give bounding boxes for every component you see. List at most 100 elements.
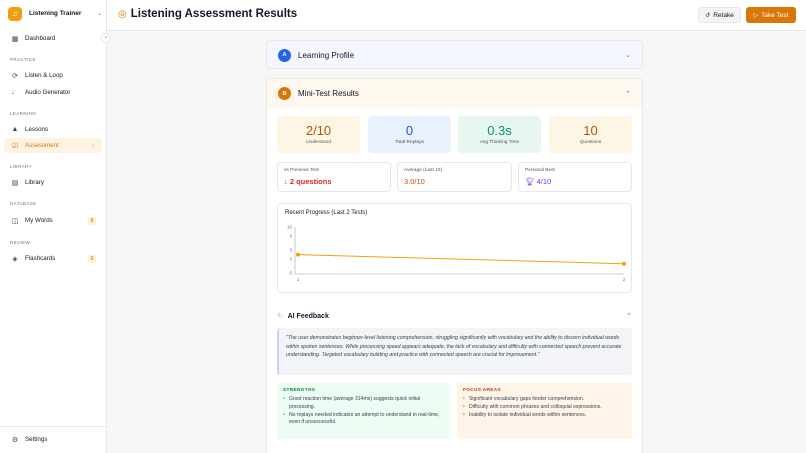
section-label-learning: LEARNING xyxy=(10,111,37,116)
take-test-button[interactable]: ▷ Take Test xyxy=(746,7,796,23)
sidebar-item-label: Lessons xyxy=(25,126,49,133)
sidebar-item-label: My Words xyxy=(25,217,53,224)
stat-understood: 2/10 Understood xyxy=(277,116,360,153)
count-badge: 0 xyxy=(88,216,96,225)
y-tick-label: 0 xyxy=(289,271,292,276)
stat-questions: 10 Questions xyxy=(549,116,632,153)
personal-best-card: Personal Best 🏆︎ 4/10 xyxy=(518,162,632,192)
stat-label: Avg Thinking Time xyxy=(479,140,520,145)
speaker-icon: ♩ xyxy=(11,89,19,96)
card-label: vs Previous Test xyxy=(284,168,319,173)
learning-profile-section[interactable]: A Learning Profile ⌄ xyxy=(266,40,643,69)
y-tick-label: 10 xyxy=(287,225,293,230)
list-item: Difficulty with common phrases and collo… xyxy=(463,404,626,412)
card-label: Personal Best xyxy=(525,168,555,173)
sidebar-item-label: Settings xyxy=(25,436,48,443)
sidebar-item-label: Audio Generator xyxy=(25,89,71,96)
stat-label: Questions xyxy=(579,140,602,145)
list-item: No replays needed indicates an attempt t… xyxy=(283,412,444,428)
sidebar-footer xyxy=(0,426,107,427)
ai-feedback-summary: "The user demonstrates beginner-level li… xyxy=(277,328,632,375)
collapse-sidebar-button[interactable]: ‹ xyxy=(101,33,111,43)
sidebar-item-library[interactable]: ▤ Library xyxy=(4,175,102,190)
sidebar-item-settings[interactable]: ⚙ Settings xyxy=(4,432,102,447)
sidebar-item-lessons[interactable]: ▲ Lessons xyxy=(4,122,102,137)
data-point xyxy=(622,261,626,266)
active-indicator-icon: › xyxy=(92,142,94,149)
loop-icon: ⟳ xyxy=(12,72,18,80)
series-line xyxy=(297,254,625,265)
ai-feedback-header[interactable]: ✨︎ AI Feedback xyxy=(277,311,329,321)
sidebar-item-dashboard[interactable]: ▦ Dashboard xyxy=(4,31,102,46)
y-tick-label: 3 xyxy=(289,257,292,262)
sparkle-icon: ✨︎ xyxy=(277,311,284,320)
layers-icon: ◈ xyxy=(12,255,18,263)
data-point xyxy=(296,252,300,257)
section-label-review: REVIEW xyxy=(10,240,31,245)
sidebar-item-listen-loop[interactable]: ⟳ Listen & Loop xyxy=(4,68,102,83)
sidebar: ♫ Listening Trainer ⌄ ▦ Dashboard PRACTI… xyxy=(0,0,107,453)
focus-areas-title: FOCUS AREAS xyxy=(463,388,502,393)
y-tick-label: 8 xyxy=(289,234,292,239)
list-item: Inability to isolate individual words wi… xyxy=(463,412,626,420)
progress-chart: Recent Progress (Last 2 Tests) 0 3 5 8 10 1 2 xyxy=(277,203,632,293)
chart-svg: 0358101 2 xyxy=(287,225,626,282)
card-value: 2 questions xyxy=(289,177,332,186)
x-tick-label: 1 xyxy=(297,277,300,282)
app-name: Listening Trainer xyxy=(29,10,82,17)
open-book-icon: ◫ xyxy=(11,217,19,225)
stat-value: 10 xyxy=(583,123,598,138)
book-icon: ▤ xyxy=(11,179,19,187)
sidebar-item-flashcards[interactable]: ◈ Flashcards 0 xyxy=(4,251,102,266)
sidebar-item-assessment[interactable]: ☑ Assessment › xyxy=(4,138,102,153)
ai-feedback-title: AI Feedback xyxy=(287,312,329,320)
y-tick-label: 5 xyxy=(289,248,292,253)
stat-value: 0.3s xyxy=(487,123,512,138)
sidebar-item-label: Flashcards xyxy=(25,255,56,262)
card-value: 4/10 xyxy=(536,177,552,186)
retake-button[interactable]: ↺ Retake xyxy=(698,7,741,23)
stat-value: 2/10 xyxy=(305,123,332,138)
arrow-down-icon: ↓ xyxy=(284,177,288,186)
section-label-library: LIBRARY xyxy=(10,164,32,169)
average-card: Average (Last 10) 3.0/10 xyxy=(397,162,512,192)
stat-value: 0 xyxy=(405,123,414,138)
checklist-icon: ☑ xyxy=(11,142,19,150)
stat-label: Understood xyxy=(306,140,331,145)
section-title: Learning Profile xyxy=(298,50,355,60)
gear-icon: ⚙ xyxy=(11,436,19,444)
retake-label: Retake xyxy=(713,11,734,19)
play-icon: ▷ xyxy=(753,12,759,19)
card-label: Average (Last 10) xyxy=(404,168,443,173)
main-content: A Learning Profile ⌄ B Mini-Test Results… xyxy=(266,40,643,453)
section-letter-badge: A xyxy=(278,48,291,62)
section-title: Mini-Test Results xyxy=(298,89,359,98)
chevron-up-icon[interactable]: ⌃ xyxy=(626,312,632,320)
take-test-label: Take Test xyxy=(761,11,789,19)
card-value: 3.0/10 xyxy=(404,177,425,186)
refresh-icon: ↺ xyxy=(705,12,711,19)
sidebar-item-audio-generator[interactable]: ♩ Audio Generator xyxy=(4,85,102,100)
chevron-left-icon: ‹ xyxy=(105,35,107,41)
stat-avg-thinking-time: 0.3s Avg Thinking Time xyxy=(458,116,541,153)
stat-total-replays: 0 Total Replays xyxy=(368,116,451,153)
sidebar-item-label: Library xyxy=(25,179,44,186)
mini-test-header[interactable]: B Mini-Test Results ⌃ xyxy=(267,79,642,108)
app-switcher[interactable]: ♫ Listening Trainer ⌄ xyxy=(8,5,102,22)
section-label-practice: PRACTICE xyxy=(10,57,36,62)
trophy-icon: 🏆︎ xyxy=(525,177,535,186)
sidebar-item-label: Listen & Loop xyxy=(25,72,63,79)
list-item: Good reaction time (average 314ms) sugge… xyxy=(283,396,444,412)
graduation-cap-icon: ▲ xyxy=(11,126,19,133)
strengths-title: STRENGTHS xyxy=(283,388,316,393)
vs-previous-card: vs Previous Test ↓ 2 questions xyxy=(277,162,391,192)
stat-label: Total Replays xyxy=(395,140,424,145)
page-header: ◎ Listening Assessment Results ↺ Retake … xyxy=(107,0,806,31)
section-letter-badge: B xyxy=(278,87,291,100)
chevron-up-icon: ⌃ xyxy=(625,90,631,98)
target-icon: ◎ xyxy=(118,8,127,20)
sidebar-item-my-words[interactable]: ◫ My Words 0 xyxy=(4,213,102,228)
list-item: Significant vocabulary gaps hinder compr… xyxy=(463,396,626,404)
focus-areas-box: FOCUS AREAS Significant vocabulary gaps … xyxy=(457,383,632,439)
section-label-database: DATABASE xyxy=(10,201,37,206)
